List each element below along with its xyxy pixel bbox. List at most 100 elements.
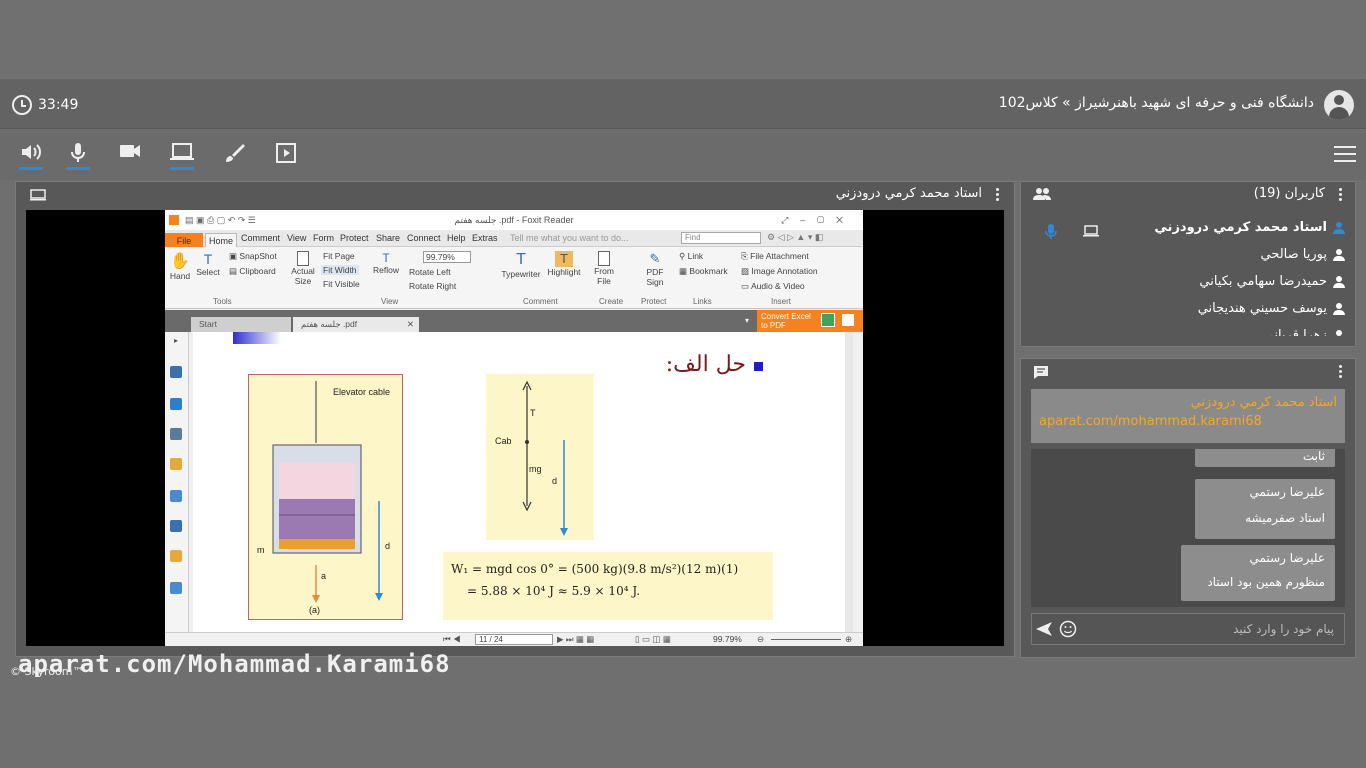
from-file-button[interactable]: From File <box>593 251 615 286</box>
group-comment: Comment <box>523 297 558 306</box>
message-text: استاد صفرميشه <box>1245 511 1325 525</box>
tab-connect[interactable]: Connect <box>407 233 441 243</box>
slide-decoration <box>233 332 281 344</box>
user-row[interactable]: زهرا قربانی <box>1264 328 1345 336</box>
convert-excel-banner[interactable]: Convert Excel to PDF <box>757 310 863 332</box>
window-controls[interactable]: ⤢–▢✕ <box>781 210 855 230</box>
chat-message: عليرضا رستمي استاد صفرميشه <box>1195 479 1335 539</box>
tab-view[interactable]: View <box>287 233 306 243</box>
users-more-icon[interactable] <box>1339 188 1343 203</box>
user-row[interactable]: يوسف حسيني هنديجاني <box>1198 301 1345 316</box>
pages-icon[interactable] <box>170 366 182 378</box>
audio-video-button[interactable]: ▭ Audio & Video <box>741 281 805 292</box>
lock-icon[interactable] <box>170 550 182 562</box>
tab-protect[interactable]: Protect <box>340 233 369 243</box>
zoom-slider[interactable] <box>771 639 841 640</box>
tab-help[interactable]: Help <box>447 233 466 243</box>
tabs-dropdown-icon[interactable]: ▾ <box>745 316 749 325</box>
chat-messages[interactable]: ثابت عليرضا رستمي استاد صفرميشه عليرضا ر… <box>1031 449 1345 607</box>
user-row[interactable]: حميدرضا سهامي بکياني <box>1199 274 1345 289</box>
signature-icon[interactable] <box>170 520 182 532</box>
tab-document[interactable]: جلسه هفتم .pdf ✕ <box>293 317 419 332</box>
highlight-button[interactable]: T Highlight <box>547 251 581 277</box>
link-icon: ⚲ <box>679 251 688 261</box>
select-text-icon: T <box>203 251 213 267</box>
group-view: View <box>381 297 399 306</box>
quick-access-icons[interactable]: ▤ ▣ ⎙ ▢ ↶ ↷ ☰ <box>185 210 256 230</box>
page-number-input[interactable]: 11 / 24 <box>475 634 553 645</box>
presentation-icon[interactable] <box>273 142 299 170</box>
fit-page-button[interactable]: Fit Page <box>323 251 355 261</box>
shared-screen: ▤ ▣ ⎙ ▢ ↶ ↷ ☰ جلسه هفتم .pdf - Foxit Rea… <box>26 210 1004 646</box>
clipboard-button[interactable]: ▤ Clipboard <box>229 266 276 277</box>
page-nav-back-icons[interactable]: ⏮ ◀ <box>443 634 461 645</box>
view-mode-icons[interactable]: ▯ ▭ ◫ ▦ <box>635 634 671 645</box>
speaker-icon[interactable] <box>18 142 44 170</box>
clock-icon <box>12 95 32 115</box>
tab-comment[interactable]: Comment <box>241 233 280 243</box>
page-scrollbar[interactable] <box>845 332 853 632</box>
chat-input[interactable]: پيام خود را وارد کنيد <box>1031 613 1345 645</box>
top-band <box>0 0 1366 79</box>
hand-tool[interactable]: ✋ Hand <box>169 251 191 281</box>
send-icon[interactable] <box>1035 621 1053 637</box>
foxit-logo-icon <box>169 215 179 225</box>
fit-visible-button[interactable]: Fit Visible <box>323 279 360 289</box>
users-panel: کاربران (19) استاد محمد کرمي درودزني پور… <box>1020 181 1356 347</box>
equation-line-1: W₁ = mgd cos 0° = (500 kg)(9.8 m/s²)(12 … <box>451 562 739 576</box>
file-attachment-button[interactable]: ⎘ File Attachment <box>741 251 809 262</box>
comments-icon[interactable] <box>170 458 182 470</box>
brush-icon[interactable] <box>221 142 247 170</box>
file-icon <box>598 251 610 266</box>
user-list-clip: زهرا قربانی <box>1021 328 1355 336</box>
zoom-in-icon[interactable]: ⊕ <box>845 634 852 645</box>
find-input[interactable]: Find <box>681 232 761 244</box>
attachment-icon: ⎘ <box>741 251 751 261</box>
screen-share-icon[interactable] <box>169 142 195 170</box>
user-icon <box>1333 275 1345 288</box>
reflow-button[interactable]: T Reflow <box>373 251 399 275</box>
snapshot-button[interactable]: ▣ SnapShot <box>229 251 277 262</box>
rotate-left-button[interactable]: Rotate Left <box>409 267 451 277</box>
fit-width-button[interactable]: Fit Width <box>321 265 359 275</box>
chat-more-icon[interactable] <box>1339 365 1343 380</box>
group-icon <box>1033 188 1051 200</box>
close-tab-icon[interactable]: ✕ <box>407 319 414 330</box>
typewriter-button[interactable]: T Typewriter <box>501 251 541 279</box>
pinned-link[interactable]: aparat.com/mohammad.karami68 <box>1039 414 1337 429</box>
attachments-icon[interactable] <box>170 490 182 502</box>
more-options-icon[interactable] <box>996 188 1000 203</box>
user-row-presenter[interactable]: استاد محمد کرمي درودزني <box>1154 220 1345 235</box>
microphone-icon[interactable] <box>65 142 91 170</box>
tab-form[interactable]: Form <box>313 233 334 243</box>
emoji-icon[interactable] <box>1059 620 1077 638</box>
page-nav-forward-icons[interactable]: ▶ ⏭ ▦ ▦ <box>557 634 594 645</box>
bookmark-button[interactable]: ▦ Bookmark <box>679 266 728 277</box>
layers-icon[interactable] <box>170 428 182 440</box>
pdf-sign-button[interactable]: ✎ PDF Sign <box>643 251 667 287</box>
tab-start[interactable]: Start <box>191 317 291 332</box>
menu-icon[interactable] <box>1334 146 1356 162</box>
expand-pane-icon[interactable]: ▸ <box>174 336 178 345</box>
ribbon-nav-icons[interactable]: ⚙ ◁ ▷ ▲ ▾ ◧ <box>767 232 823 243</box>
link-button[interactable]: ⚲ Link <box>679 251 703 262</box>
group-insert: Insert <box>771 297 792 306</box>
tab-share[interactable]: Share <box>376 233 400 243</box>
page-thumbnail-icon[interactable] <box>170 398 182 410</box>
user-icon <box>1333 248 1345 261</box>
edit-tool-icon[interactable] <box>170 582 182 594</box>
camera-icon[interactable] <box>117 142 143 170</box>
avatar[interactable] <box>1324 90 1354 120</box>
tell-me-box[interactable]: Tell me what you want to do... <box>510 233 629 243</box>
actual-size-button[interactable]: Actual Size <box>289 251 317 286</box>
chat-message: عليرضا رستمي منظورم همين بود استاد <box>1181 545 1335 601</box>
group-links: Links <box>693 297 712 306</box>
zoom-out-icon[interactable]: ⊖ <box>757 634 764 645</box>
media-toolbar <box>0 130 1366 180</box>
zoom-select[interactable]: 99.79% <box>423 251 471 263</box>
image-annotation-button[interactable]: ▨ Image Annotation <box>741 266 818 277</box>
user-row[interactable]: پوريا صالحي <box>1260 247 1345 262</box>
rotate-right-button[interactable]: Rotate Right <box>409 281 456 291</box>
select-tool[interactable]: T Select <box>195 251 221 277</box>
tab-extras[interactable]: Extras <box>472 233 498 243</box>
